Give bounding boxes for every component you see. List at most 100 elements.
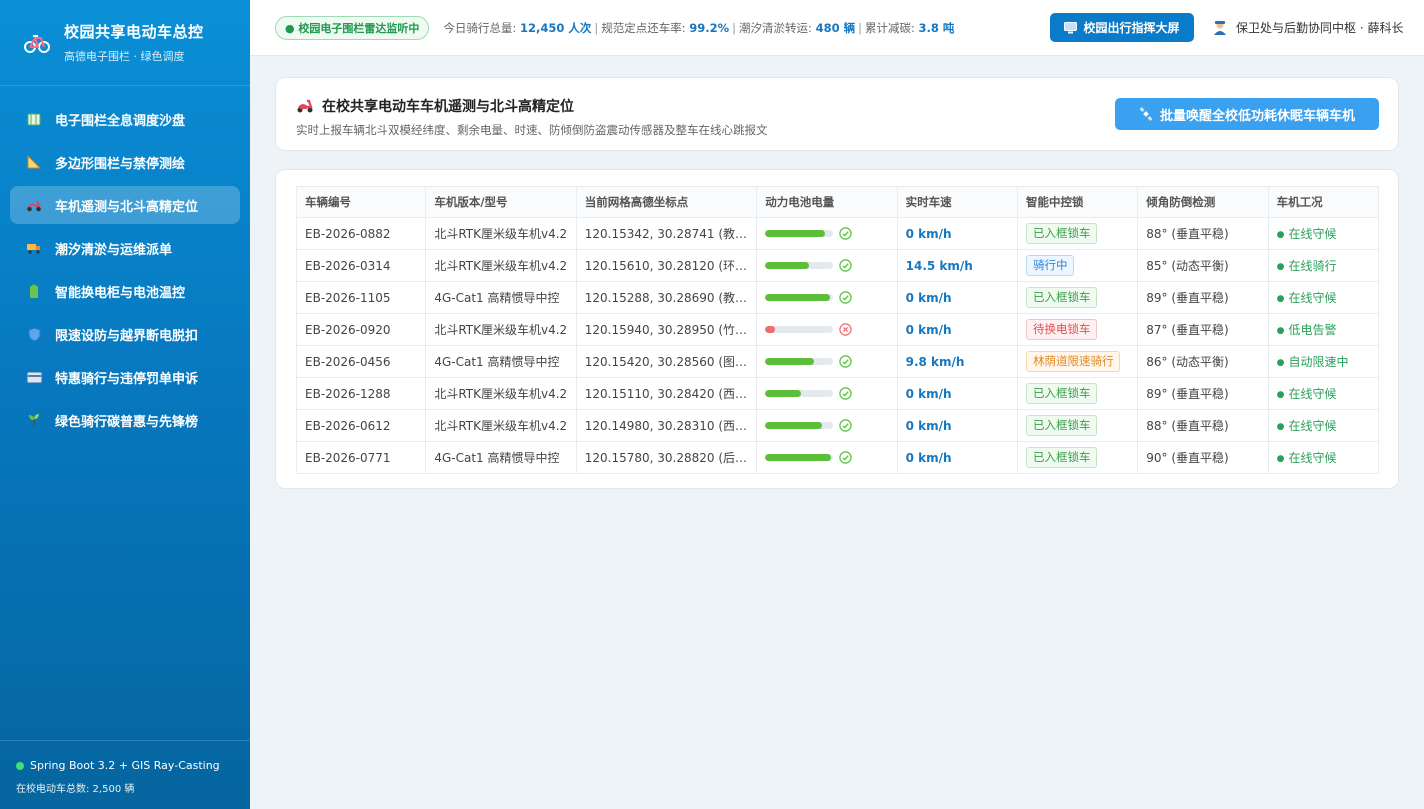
lock-cell: 已入框锁车	[1016, 441, 1139, 474]
table-row[interactable]: EB-2026-1105 4G-Cat1 高精惯导中控 120.15288, 30.…	[295, 281, 1380, 314]
lock-cell: 已入框锁车	[1016, 217, 1139, 250]
check-circle-icon	[839, 355, 852, 368]
battery-indicator	[765, 355, 888, 368]
rides-label: 今日骑行总量:	[443, 20, 520, 35]
battery-bar	[765, 390, 834, 397]
status-cell: 在线守候	[1267, 441, 1380, 474]
tech-stack: Spring Boot 3.2 + GIS Ray-Casting	[16, 759, 250, 772]
check-circle-icon	[839, 291, 852, 304]
sidebar-item-2[interactable]: 多边形围栏与禁停测绘	[10, 143, 240, 181]
divider: |	[858, 20, 862, 35]
bicycle-logo-icon	[22, 28, 52, 58]
carbon-value: 3.8 吨	[918, 20, 955, 35]
speed-cell: 14.5 km/h	[896, 249, 1018, 282]
gps-coordinate-cell: 120.15940, 30.28950 (竹苑二舍)	[575, 313, 758, 346]
column-header: 车辆编号	[295, 186, 427, 218]
vehicle-version-cell: 北斗RTK厘米级车机v4.2	[425, 409, 577, 442]
status-badge: 在线骑行	[1277, 259, 1337, 273]
column-header: 实时车速	[896, 186, 1018, 218]
sidebar-item-5[interactable]: 智能换电柜与电池温控	[10, 272, 240, 310]
tilt-cell: 90° (垂直平稳)	[1137, 441, 1269, 474]
app-subtitle: 高德电子围栏 · 绿色调度	[64, 50, 185, 63]
satellite-icon	[1139, 107, 1153, 121]
sidebar-item-label: 潮汐清淤与运维派单	[55, 242, 173, 258]
battery-cell	[756, 313, 898, 346]
divider: |	[594, 20, 599, 35]
vehicle-version-cell: 北斗RTK厘米级车机v4.2	[425, 249, 577, 282]
rides-value: 12,450 人次	[519, 20, 592, 35]
battery-fill	[765, 390, 801, 397]
check-circle-icon	[839, 419, 852, 432]
battery-cell	[756, 281, 898, 314]
tilt-cell: 89° (垂直平稳)	[1137, 281, 1269, 314]
user-info[interactable]: 保卫处与后勤协同中枢 · 薛科长	[1212, 19, 1403, 36]
gps-coordinate-cell: 120.15342, 30.28741 (教一楼)	[575, 217, 758, 250]
lock-status-tag: 已入框锁车	[1025, 223, 1098, 244]
status-badge: 低电告警	[1277, 323, 1337, 337]
table-row[interactable]: EB-2026-0771 4G-Cat1 高精惯导中控 120.15780, 30.…	[295, 441, 1380, 474]
table-row[interactable]: EB-2026-0456 4G-Cat1 高精惯导中控 120.15420, 30.…	[295, 345, 1380, 378]
sidebar-item-7[interactable]: 特惠骑行与违停罚单申诉	[10, 358, 240, 396]
status-cell: 在线守候	[1267, 377, 1380, 410]
battery-cell	[756, 377, 898, 410]
online-dot-icon	[16, 761, 24, 770]
sidebar-item-3[interactable]: 车机遥测与北斗高精定位	[10, 186, 240, 224]
battery-indicator	[765, 387, 888, 400]
battery-bar	[765, 230, 834, 237]
page-title-row: 在校共享电动车车机遥测与北斗高精定位	[296, 96, 574, 116]
page-subtitle: 实时上报车辆北斗双模经纬度、剩余电量、时速、防倾倒防盗震动传感器及整车在线心跳报…	[296, 123, 768, 137]
brand: 校园共享电动车总控 高德电子围栏 · 绿色调度	[0, 0, 250, 86]
battery-indicator	[765, 323, 888, 336]
column-header: 智能中控锁	[1016, 186, 1139, 218]
battery-indicator	[765, 419, 888, 432]
speed-cell: 0 km/h	[896, 313, 1018, 346]
battery-bar	[765, 294, 834, 301]
column-header: 倾角防倒检测	[1137, 186, 1269, 218]
table-row[interactable]: EB-2026-0920 北斗RTK厘米级车机v4.2 120.15940, 30.…	[295, 313, 1380, 346]
sidebar-item-6[interactable]: 限速设防与越界断电脱扣	[10, 315, 240, 353]
app-title: 校园共享电动车总控	[64, 23, 204, 41]
batch-wake-button[interactable]: 批量唤醒全校低功耗休眠车辆车机	[1115, 98, 1379, 130]
lock-cell: 骑行中	[1016, 249, 1139, 282]
sidebar-item-8[interactable]: 绿色骑行碳普惠与先锋榜	[10, 401, 240, 439]
speed-value: 0 km/h	[905, 386, 952, 401]
tilt-cell: 86° (动态平衡)	[1137, 345, 1269, 378]
battery-fill	[765, 326, 776, 333]
vehicle-id-cell: EB-2026-1105	[295, 281, 427, 314]
monitor-icon	[1064, 21, 1078, 34]
table-row[interactable]: EB-2026-1288 北斗RTK厘米级车机v4.2 120.15110, 30.…	[295, 377, 1380, 410]
tilt-cell: 89° (垂直平稳)	[1137, 377, 1269, 410]
status-cell: 在线守候	[1267, 281, 1380, 314]
status-badge: 在线守候	[1277, 291, 1337, 305]
sidebar-footer: Spring Boot 3.2 + GIS Ray-Casting 在校电动车总…	[0, 740, 250, 809]
gps-coordinate-cell: 120.14980, 30.28310 (西校门)	[575, 409, 758, 442]
sidebar-item-label: 特惠骑行与违停罚单申诉	[55, 371, 199, 387]
vehicle-version-cell: 北斗RTK厘米级车机v4.2	[425, 217, 577, 250]
sidebar-item-label: 车机遥测与北斗高精定位	[55, 199, 199, 215]
table-row[interactable]: EB-2026-0314 北斗RTK厘米级车机v4.2 120.15610, 30.…	[295, 249, 1380, 282]
big-screen-button[interactable]: 校园出行指挥大屏	[1050, 13, 1194, 42]
gps-coordinate-cell: 120.15110, 30.28420 (西区操场)	[575, 377, 758, 410]
vehicle-version-cell: 4G-Cat1 高精惯导中控	[425, 281, 577, 314]
sidebar-item-1[interactable]: 电子围栏全息调度沙盘	[10, 100, 240, 138]
vehicle-id-cell: EB-2026-0882	[295, 217, 427, 250]
column-header: 车机版本/型号	[425, 186, 577, 218]
sidebar-item-4[interactable]: 潮汐清淤与运维派单	[10, 229, 240, 267]
battery-indicator	[765, 451, 888, 464]
speed-value: 0 km/h	[905, 450, 952, 465]
user-name: 保卫处与后勤协同中枢 · 薛科长	[1236, 21, 1404, 35]
table-row[interactable]: EB-2026-0882 北斗RTK厘米级车机v4.2 120.15342, 30.…	[295, 217, 1380, 250]
lock-status-tag: 已入框锁车	[1025, 287, 1098, 308]
rate-label: 规范定点还车率:	[601, 20, 690, 35]
table-row[interactable]: EB-2026-0612 北斗RTK厘米级车机v4.2 120.14980, 30.…	[295, 409, 1380, 442]
radar-status-badge: ● 校园电子围栏雷达监听中	[275, 15, 430, 40]
tech-stack-label: Spring Boot 3.2 + GIS Ray-Casting	[30, 759, 220, 772]
battery-fill	[765, 422, 822, 429]
lock-cell: 林荫道限速骑行	[1016, 345, 1139, 378]
battery-cell	[756, 249, 898, 282]
page-title: 在校共享电动车车机遥测与北斗高精定位	[322, 99, 574, 115]
vehicle-id-cell: EB-2026-0920	[295, 313, 427, 346]
vehicle-id-cell: EB-2026-0771	[295, 441, 427, 474]
table-body: EB-2026-0882 北斗RTK厘米级车机v4.2 120.15342, 30.…	[295, 217, 1380, 474]
card-icon	[25, 368, 43, 386]
